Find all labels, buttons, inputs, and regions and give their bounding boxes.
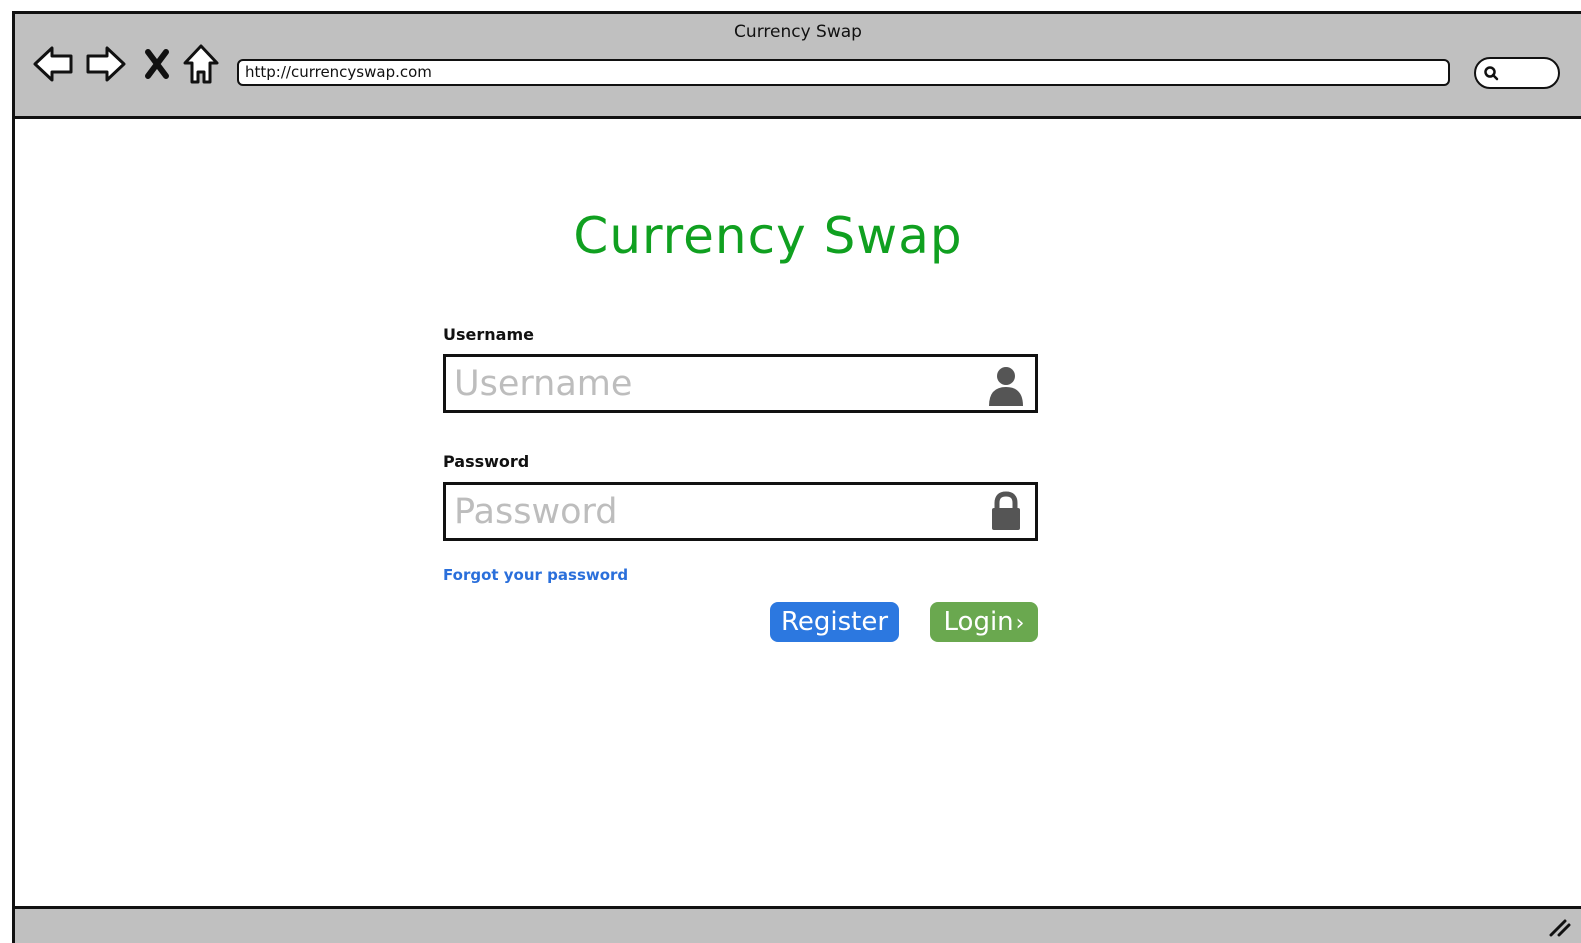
address-bar[interactable]: http://currencyswap.com — [237, 59, 1450, 86]
login-button-label: Login — [943, 607, 1014, 637]
close-icon — [145, 49, 169, 79]
username-label: Username — [443, 325, 534, 344]
browser-toolbar: Currency Swap http://currencyswap.com — [15, 14, 1581, 119]
forward-arrow-icon — [86, 46, 126, 82]
password-label: Password — [443, 452, 530, 471]
back-arrow-icon — [33, 46, 73, 82]
back-button[interactable] — [31, 42, 75, 86]
login-button[interactable]: Login› — [930, 602, 1038, 642]
forgot-password-link[interactable]: Forgot your password — [443, 566, 628, 584]
chevron-right-icon: › — [1015, 611, 1025, 636]
search-box[interactable] — [1474, 57, 1560, 89]
page-content: Currency Swap Username Password Forgot y… — [15, 119, 1581, 907]
home-icon — [183, 44, 219, 84]
username-input[interactable] — [443, 354, 1038, 413]
password-input[interactable] — [443, 482, 1038, 541]
app-title: Currency Swap — [573, 207, 963, 265]
window-title: Currency Swap — [734, 22, 862, 42]
status-bar — [15, 906, 1581, 943]
search-icon — [1484, 66, 1499, 81]
register-button-label: Register — [780, 607, 889, 637]
home-button[interactable] — [179, 42, 223, 86]
resize-grip-icon[interactable] — [1547, 915, 1571, 937]
browser-window: Currency Swap http://currencyswap.com Cu… — [12, 11, 1581, 943]
stop-button[interactable] — [135, 42, 179, 86]
forward-button[interactable] — [84, 42, 128, 86]
register-button[interactable]: Register — [770, 602, 899, 642]
